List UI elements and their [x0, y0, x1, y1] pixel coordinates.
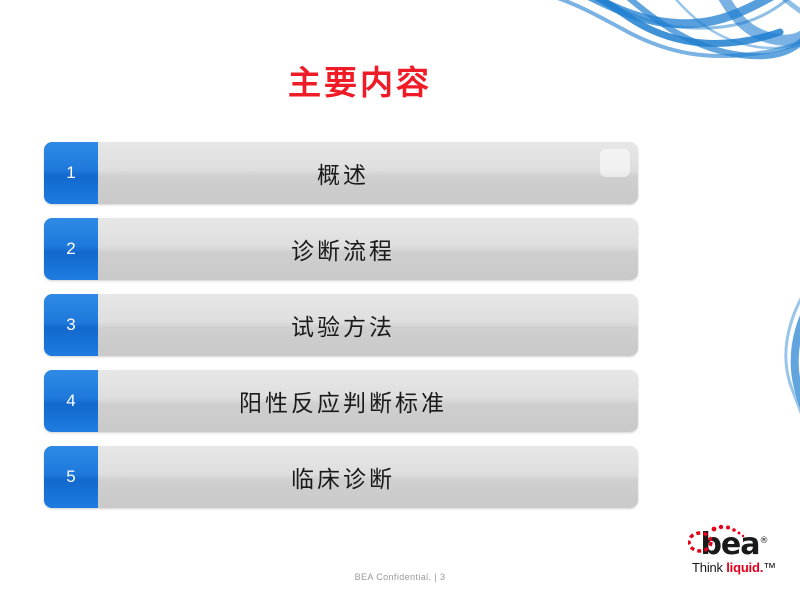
page-title: 主要内容	[288, 63, 432, 102]
list-item-number: 5	[44, 446, 98, 508]
list-item-number: 3	[44, 294, 98, 356]
highlight-gloss	[600, 149, 630, 177]
logo-tagline: Think liquid.™	[686, 560, 782, 575]
logo-swoosh-icon	[688, 524, 745, 553]
list-item-label: 诊断流程	[291, 239, 395, 265]
list-item-number: 1	[44, 142, 98, 204]
list-item[interactable]: 3 试验方法	[44, 294, 638, 356]
slide-canvas: 主要内容 1 概述 2 诊断流程 3 试验方法 4 阳性反应判断标准 5 临床诊…	[0, 0, 800, 600]
list-item-label: 临床诊断	[291, 467, 395, 493]
list-item-label: 概述	[317, 163, 369, 189]
list-item-label: 试验方法	[291, 315, 395, 341]
list-item[interactable]: 5 临床诊断	[44, 446, 638, 508]
list-item-number: 4	[44, 370, 98, 432]
footer-text: BEA Confidential. | 3	[354, 572, 446, 582]
bea-logo: bea® Think liquid.™	[686, 524, 782, 586]
list-item-label: 阳性反应判断标准	[239, 391, 447, 417]
tagline-suffix: ™	[763, 560, 776, 575]
list-item[interactable]: 4 阳性反应判断标准	[44, 370, 638, 432]
tagline-prefix: Think	[692, 560, 727, 575]
tagline-accent: liquid.	[726, 560, 764, 575]
agenda-list: 1 概述 2 诊断流程 3 试验方法 4 阳性反应判断标准 5 临床诊断	[44, 142, 638, 522]
list-item[interactable]: 1 概述	[44, 142, 638, 204]
list-item[interactable]: 2 诊断流程	[44, 218, 638, 280]
list-item-number: 2	[44, 218, 98, 280]
logo-registered-mark: ®	[759, 536, 769, 546]
